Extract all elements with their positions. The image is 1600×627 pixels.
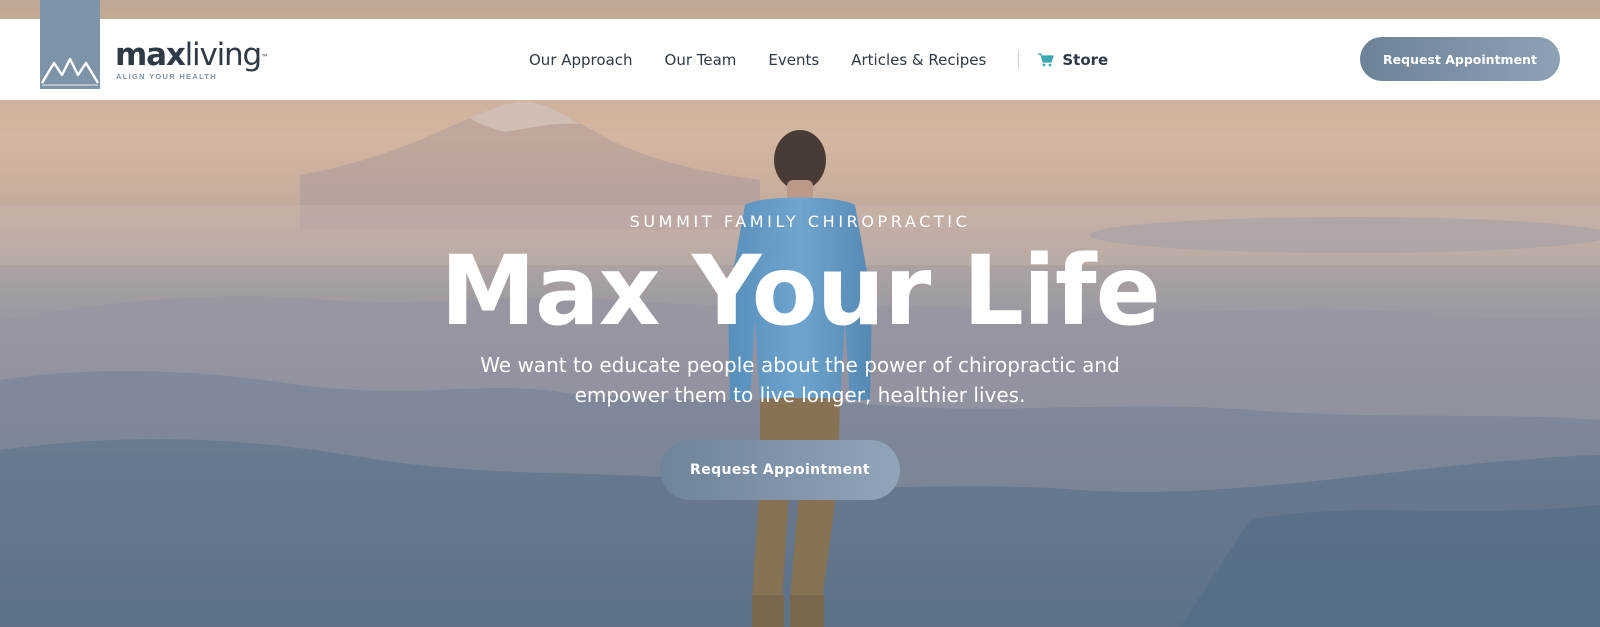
hero-headline: Max Your Life [440,235,1160,347]
brand-name-light: living [184,37,263,73]
main-nav: Our Approach Our Team Events Articles & … [529,19,1108,100]
shopping-cart-icon [1038,52,1054,66]
nav-divider [1018,50,1020,69]
store-label: Store [1062,50,1109,69]
brand-name: maxliving™ [115,37,269,73]
header-request-appointment-button[interactable]: Request Appointment [1360,37,1560,81]
hero-request-appointment-button[interactable]: Request Appointment [660,440,900,500]
nav-item-our-approach[interactable]: Our Approach [529,51,633,69]
trademark-symbol: ™ [260,53,269,62]
mountain-peaks-icon [40,57,100,86]
brand-logo[interactable]: maxliving™ ALIGN YOUR HEALTH [115,37,269,82]
nav-item-store[interactable]: Store [1038,51,1108,69]
logo-badge[interactable] [40,0,100,89]
brand-name-bold: max [115,37,186,73]
brand-tagline: ALIGN YOUR HEALTH [116,72,217,81]
nav-item-events[interactable]: Events [768,51,819,69]
hero-eyebrow: SUMMIT FAMILY CHIROPRACTIC [629,212,971,231]
nav-item-articles-recipes[interactable]: Articles & Recipes [851,51,986,69]
hero-subtext: We want to educate people about the powe… [480,353,1120,407]
nav-item-our-team[interactable]: Our Team [665,51,737,69]
